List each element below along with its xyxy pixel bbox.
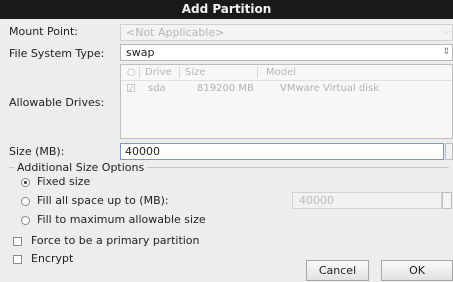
mount-point-label: Mount Point: (9, 25, 78, 38)
header-drive: Drive (145, 67, 172, 78)
cancel-button[interactable]: Cancel (306, 260, 369, 281)
header-size: Size (185, 67, 206, 78)
additional-size-title: Additional Size Options (14, 161, 148, 174)
size-label: Size (MB): (9, 145, 65, 158)
encrypt-checkbox[interactable] (13, 255, 22, 264)
primary-partition-checkbox[interactable] (13, 237, 22, 246)
drive-size: 819200 MB (197, 83, 254, 94)
drives-list[interactable]: ○ Drive Size Model ☑ sda 819200 MB VMwar… (120, 64, 453, 139)
chevron-down-icon: ⌵ (443, 27, 450, 37)
drive-checkbox[interactable]: ☑ (126, 81, 136, 96)
drive-model: VMware Virtual disk (280, 83, 379, 94)
mount-point-combo[interactable]: <Not Applicable> ⌵ (120, 24, 453, 41)
fill-up-to-input[interactable]: 40000 (292, 192, 442, 209)
header-model: Model (266, 67, 297, 78)
size-input[interactable]: 40000 (120, 143, 444, 160)
ok-button[interactable]: OK (381, 260, 453, 281)
fill-max-label: Fill to maximum allowable size (37, 213, 206, 226)
encrypt-label: Encrypt (31, 252, 74, 265)
drive-name: sda (148, 83, 166, 94)
allowable-drives-label: Allowable Drives: (9, 96, 105, 109)
fill-max-radio[interactable] (21, 216, 30, 225)
drive-row-sda[interactable]: ☑ sda 819200 MB VMware Virtual disk (121, 81, 452, 96)
primary-partition-label: Force to be a primary partition (31, 234, 200, 247)
updown-icon: ⇕ (442, 47, 450, 57)
fill-up-to-label: Fill all space up to (MB): (37, 194, 169, 207)
fill-up-to-radio[interactable] (21, 197, 30, 206)
fill-up-to-spinner[interactable] (442, 192, 452, 209)
fs-type-value: swap (126, 46, 155, 59)
fixed-size-radio[interactable] (21, 178, 30, 187)
fs-type-label: File System Type: (9, 47, 105, 60)
fs-type-combo[interactable]: swap ⇕ (120, 44, 453, 61)
fixed-size-label: Fixed size (37, 175, 91, 188)
header-radio-icon: ○ (127, 67, 136, 78)
window-title: Add Partition (0, 0, 453, 19)
drives-header: ○ Drive Size Model (121, 65, 452, 81)
size-spinner[interactable] (445, 143, 453, 160)
mount-point-value: <Not Applicable> (126, 26, 225, 39)
